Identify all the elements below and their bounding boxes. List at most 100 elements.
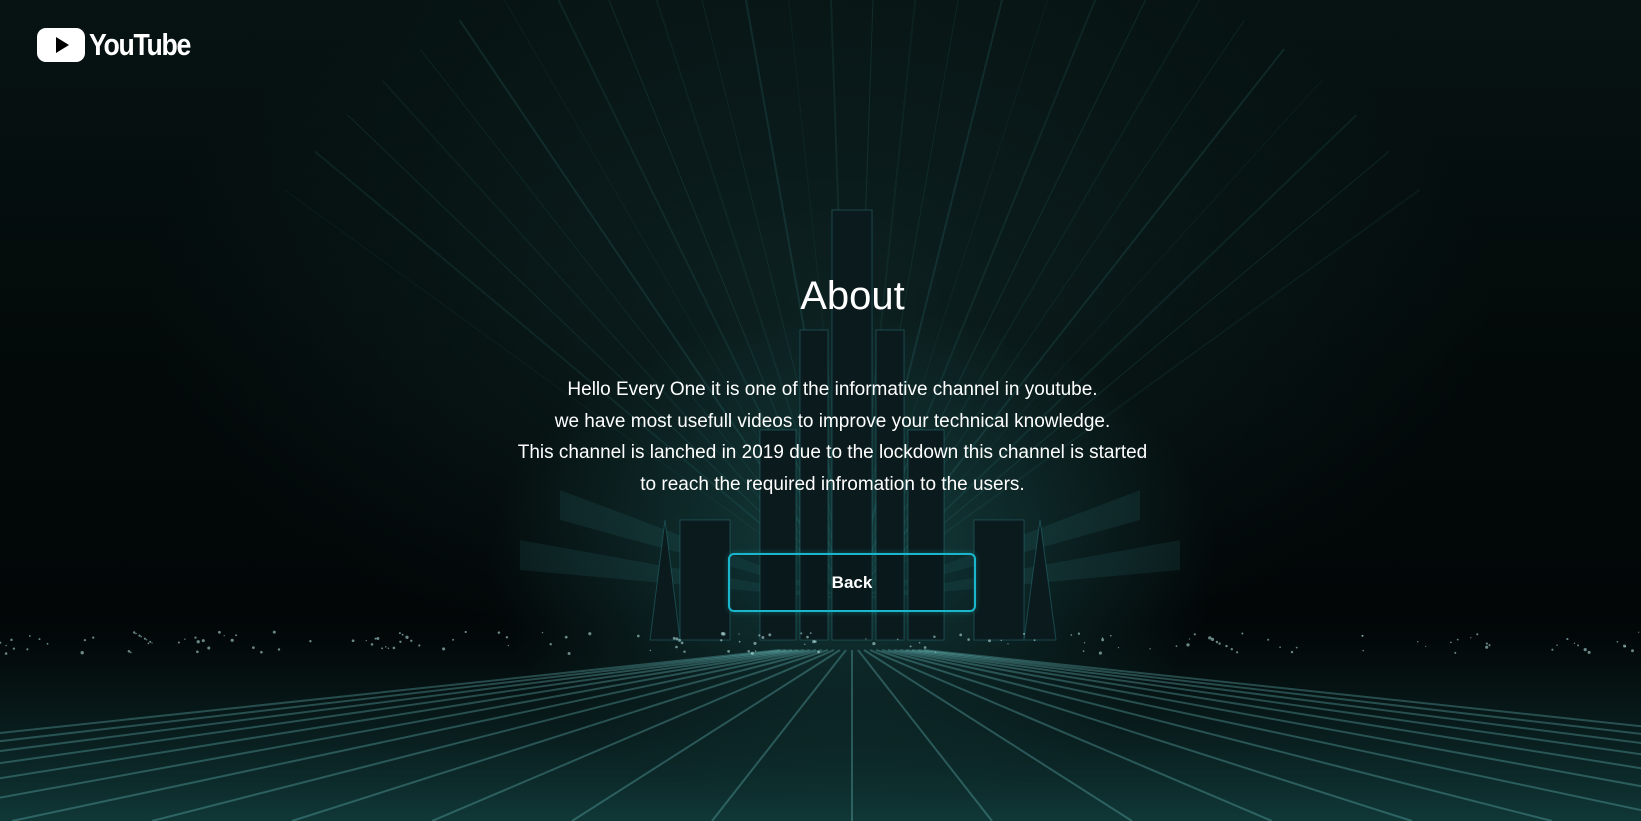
city-light [505,636,509,639]
city-light [1109,634,1112,637]
city-light [452,638,455,641]
city-light [1450,641,1452,644]
city-light [252,646,255,649]
city-light [1485,645,1489,649]
city-light [5,644,7,647]
city-light [143,637,146,640]
city-light [1631,649,1634,653]
city-light [401,633,404,636]
description-line: we have most usefull videos to improve y… [554,410,1111,432]
city-light [959,633,963,637]
city-light [365,639,367,642]
city-light [1175,645,1178,647]
city-light [675,637,679,641]
description-line: Hello Every One it is one of the informa… [567,379,1098,400]
city-light [1454,651,1457,654]
city-light [1425,645,1427,648]
city-light [1082,650,1085,652]
city-light [149,640,152,643]
city-light [738,640,741,643]
city-light [147,642,150,645]
city-light [872,641,876,646]
city-light [1279,646,1281,649]
city-light [727,650,730,653]
city-light [127,650,131,653]
city-light [754,650,757,652]
city-light [804,643,806,646]
city-light [1551,648,1554,651]
city-light [83,638,87,642]
city-light [1556,644,1558,646]
city-light [1616,640,1619,643]
city-light [1225,644,1228,648]
city-light [896,638,899,641]
city-light [1188,638,1191,640]
city-light [374,637,377,640]
city-light [80,651,84,655]
city-light [1456,638,1459,641]
city-light [1417,641,1419,643]
city-light [309,639,312,643]
city-light [398,632,401,635]
city-light [260,650,263,654]
city-light [1361,634,1364,637]
city-light [809,632,812,635]
city-light [177,641,180,644]
city-light [230,638,234,642]
city-light [814,640,817,643]
city-light [272,630,276,634]
city-light [38,638,41,641]
city-light [1295,646,1298,649]
city-light [387,647,390,650]
city-light [1267,638,1270,641]
city-light [399,640,402,643]
city-light [351,639,355,643]
city-light [541,631,544,634]
city-light [750,651,754,655]
city-light [1000,639,1002,642]
city-light [1236,651,1239,654]
city-light [1476,633,1479,636]
city-light [1117,646,1120,649]
city-light [1186,643,1190,647]
city-light [1083,642,1086,644]
city-light [26,648,29,651]
city-light [376,637,380,640]
city-light [649,649,652,652]
youtube-logo[interactable]: YouTube [37,27,207,62]
city-light [1573,642,1576,644]
city-light [277,648,281,651]
city-light [817,650,820,654]
city-light [1577,644,1580,647]
city-light [909,645,912,648]
city-light [758,634,761,637]
city-light [923,646,927,649]
city-light [442,647,446,651]
city-light [1215,640,1219,644]
city-light [1638,631,1640,633]
city-light [1033,639,1036,642]
city-light [385,646,387,648]
back-button[interactable]: Back [728,553,976,612]
city-light [138,634,141,637]
city-light [497,631,501,634]
city-light [1470,637,1472,639]
description-line: to reach the required infromation to the… [640,473,1025,495]
city-light [133,631,136,634]
city-light [865,638,867,640]
city-light [1241,632,1244,635]
city-light [1210,637,1215,642]
city-light [184,638,186,640]
city-light [800,632,803,635]
city-light [10,638,13,642]
city-light [196,650,199,654]
city-light [201,639,205,643]
city-light [410,639,413,642]
city-light [675,645,678,649]
city-light [46,642,49,645]
city-light [680,641,684,645]
city-light [1077,632,1081,635]
city-light [720,639,723,642]
city-light [933,635,936,638]
city-light [392,646,396,650]
